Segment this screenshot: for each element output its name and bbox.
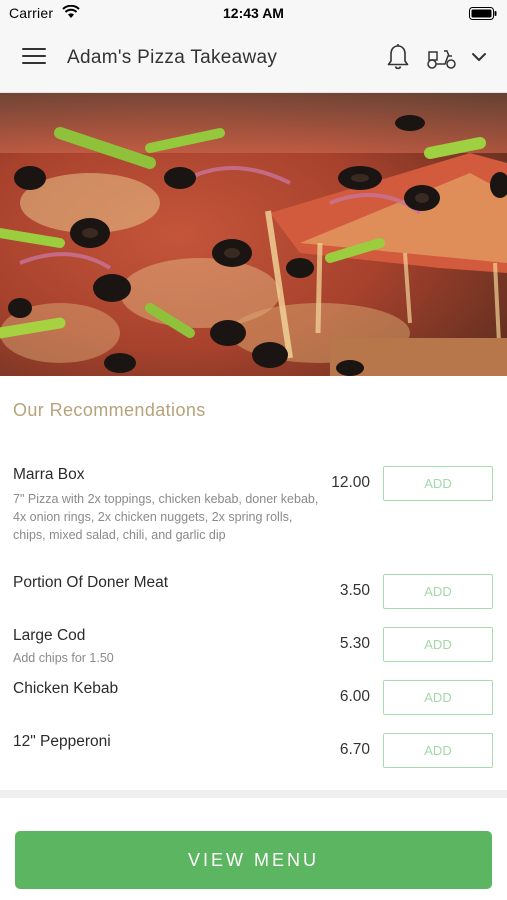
delivery-scooter-icon[interactable] (426, 46, 458, 70)
item-name: Large Cod (13, 627, 86, 644)
add-button[interactable]: ADD (383, 466, 493, 501)
add-button[interactable]: ADD (383, 680, 493, 715)
item-name: Chicken Kebab (13, 680, 119, 697)
item-price: 3.50 (339, 582, 370, 599)
hamburger-menu-icon[interactable] (22, 48, 46, 68)
recommendations-title: Our Recommendations (13, 400, 206, 420)
battery-icon (469, 7, 497, 20)
status-time: 12:43 AM (223, 5, 284, 21)
app-header: Adam's Pizza Takeaway (0, 26, 507, 93)
item-price: 6.70 (339, 741, 370, 758)
add-button[interactable]: ADD (383, 574, 493, 609)
pizza-hero-image (0, 93, 507, 376)
item-price: 5.30 (339, 635, 370, 652)
item-price: 12.00 (331, 474, 370, 491)
page-title: Adam's Pizza Takeaway (67, 47, 278, 68)
item-name: 12" Pepperoni (13, 733, 111, 750)
item-description: Add chips for 1.50 (13, 651, 114, 665)
item-description: 7" Pizza with 2x toppings, chicken kebab… (13, 492, 319, 542)
status-bar: Carrier 12:43 AM (0, 0, 507, 26)
add-button[interactable]: ADD (383, 627, 493, 662)
item-name: Portion Of Doner Meat (13, 574, 169, 591)
view-menu-button[interactable]: VIEW MENU (15, 831, 492, 889)
chevron-down-icon[interactable] (470, 49, 488, 65)
bell-icon[interactable] (386, 43, 410, 71)
item-price: 6.00 (339, 688, 370, 705)
section-divider (0, 790, 507, 798)
add-button[interactable]: ADD (383, 733, 493, 768)
item-name: Marra Box (13, 466, 85, 483)
